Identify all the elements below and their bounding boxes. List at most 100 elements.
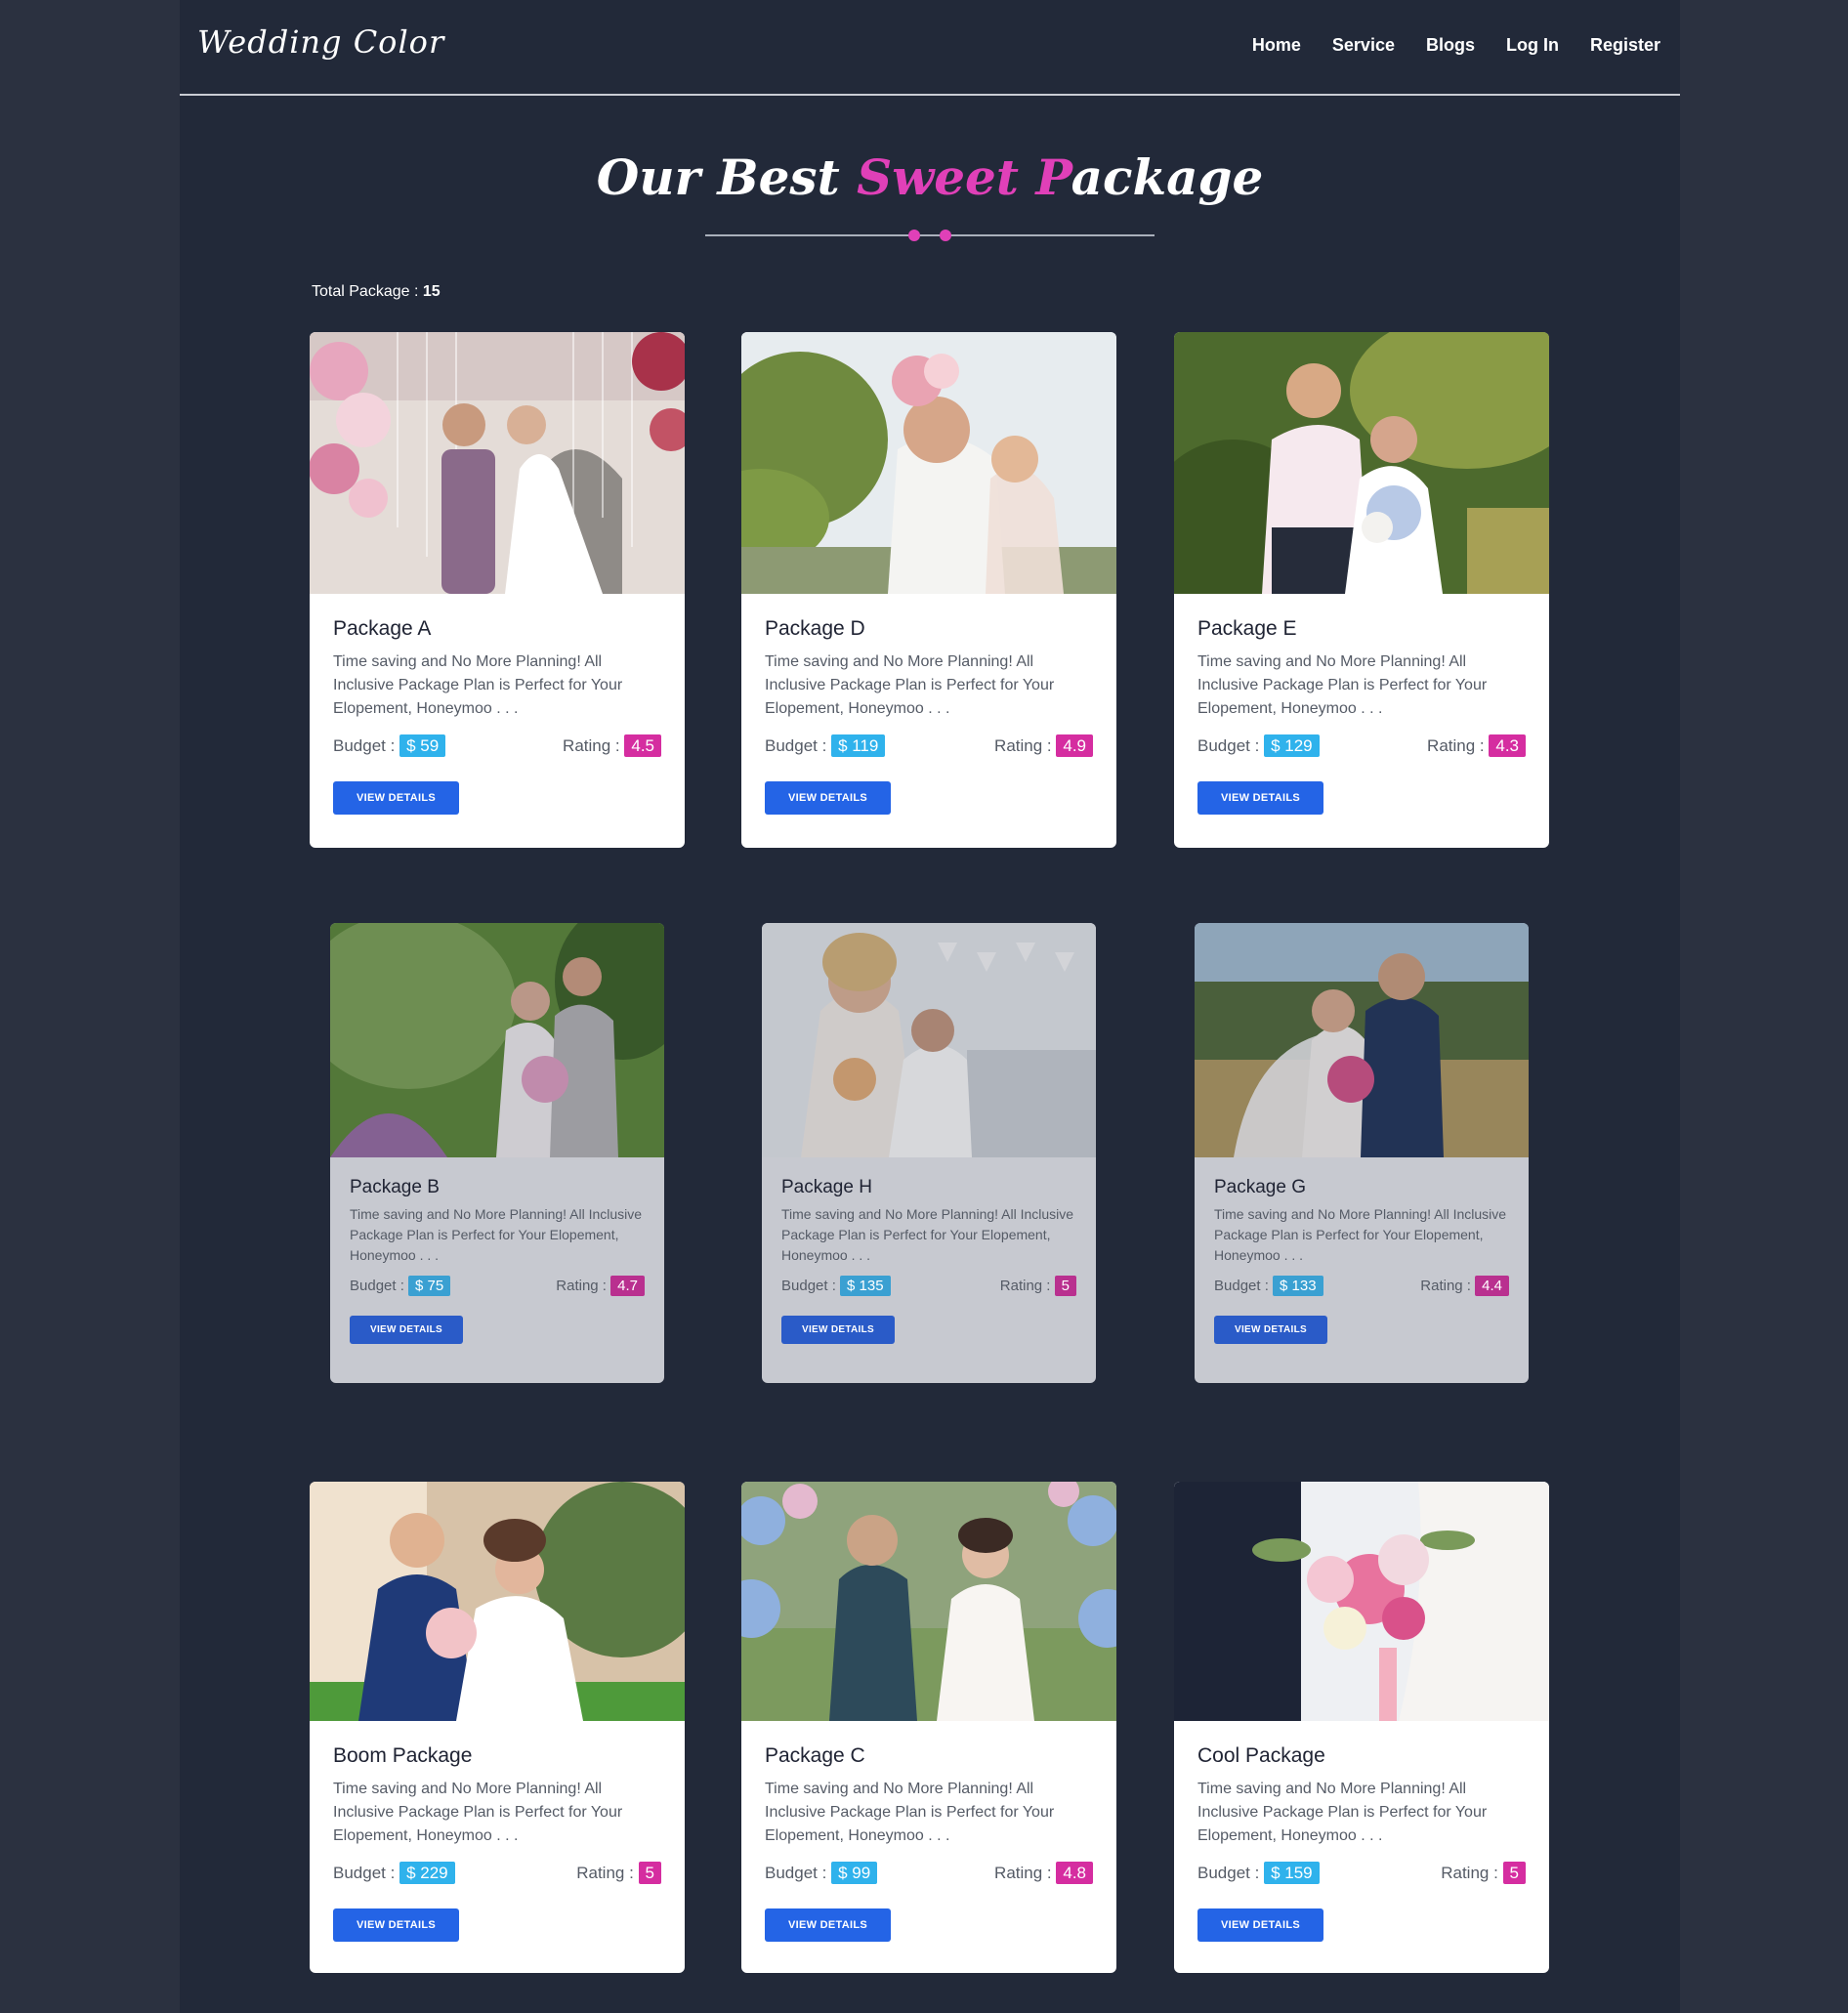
package-body: Package B Time saving and No More Planni… <box>330 1157 664 1344</box>
rating-field: Rating : 4.4 <box>1420 1276 1509 1296</box>
package-photo <box>1195 923 1529 1157</box>
package-card: Boom Package Time saving and No More Pla… <box>310 1482 685 1973</box>
rating-label: Rating : <box>556 1278 611 1294</box>
package-card: Cool Package Time saving and No More Pla… <box>1174 1482 1549 1973</box>
page-container: Wedding Color Home Service Blogs Log In … <box>180 0 1680 2013</box>
nav-login[interactable]: Log In <box>1506 35 1559 56</box>
package-description: Time saving and No More Planning! All In… <box>781 1206 1074 1263</box>
package-photo <box>310 1482 685 1721</box>
view-details-button[interactable]: VIEW DETAILS <box>1214 1316 1327 1344</box>
view-details-button[interactable]: VIEW DETAILS <box>1197 1908 1324 1942</box>
rating-label: Rating : <box>994 736 1057 755</box>
budget-badge: $ 119 <box>831 734 886 757</box>
budget-label: Budget : <box>781 1278 841 1294</box>
rating-field: Rating : 5 <box>1441 1862 1526 1884</box>
rating-field: Rating : 4.3 <box>1427 734 1526 757</box>
rating-label: Rating : <box>1427 736 1490 755</box>
view-details-button[interactable]: VIEW DETAILS <box>1197 781 1324 815</box>
budget-label: Budget : <box>350 1278 409 1294</box>
package-title: Boom Package <box>333 1744 473 1767</box>
package-description: Time saving and No More Planning! All In… <box>333 653 623 717</box>
view-details-button[interactable]: VIEW DETAILS <box>333 1908 460 1942</box>
title-part-1: Our Best <box>596 148 858 206</box>
budget-badge: $ 133 <box>1273 1276 1323 1296</box>
budget-badge: $ 129 <box>1264 734 1320 757</box>
total-value: 15 <box>422 283 441 300</box>
package-body: Package C Time saving and No More Planni… <box>741 1721 1116 1942</box>
package-body: Cool Package Time saving and No More Pla… <box>1174 1721 1549 1942</box>
package-meta: Budget : $ 75 Rating : 4.7 <box>350 1276 645 1296</box>
rating-badge: 4.8 <box>1056 1862 1093 1884</box>
view-details-button[interactable]: VIEW DETAILS <box>350 1316 463 1344</box>
package-card: Package D Time saving and No More Planni… <box>741 332 1116 848</box>
budget-field: Budget : $ 229 <box>333 1862 455 1884</box>
budget-badge: $ 229 <box>399 1862 455 1884</box>
rating-field: Rating : 5 <box>576 1862 661 1884</box>
rating-label: Rating : <box>994 1864 1057 1882</box>
package-photo <box>762 923 1096 1157</box>
total-label: Total Package : <box>312 283 423 300</box>
package-photo <box>1174 1482 1549 1721</box>
budget-label: Budget : <box>1214 1278 1274 1294</box>
package-photo <box>741 1482 1116 1721</box>
brand-logo[interactable]: Wedding Color <box>197 23 444 61</box>
package-meta: Budget : $ 229 Rating : 5 <box>333 1862 661 1884</box>
budget-label: Budget : <box>765 736 832 755</box>
budget-badge: $ 75 <box>408 1276 451 1296</box>
rating-label: Rating : <box>999 1278 1055 1294</box>
view-details-button[interactable]: VIEW DETAILS <box>765 1908 892 1942</box>
package-photo <box>330 923 664 1157</box>
divider-dot-right <box>940 230 951 241</box>
package-body: Package E Time saving and No More Planni… <box>1174 594 1549 815</box>
budget-badge: $ 159 <box>1264 1862 1320 1884</box>
rating-field: Rating : 4.8 <box>994 1862 1093 1884</box>
package-meta: Budget : $ 99 Rating : 4.8 <box>765 1862 1093 1884</box>
rating-badge: 5 <box>1054 1276 1076 1296</box>
rating-badge: 5 <box>1502 1862 1526 1884</box>
package-body: Package D Time saving and No More Planni… <box>741 594 1116 815</box>
package-meta: Budget : $ 135 Rating : 5 <box>781 1276 1076 1296</box>
package-description: Time saving and No More Planning! All In… <box>765 1781 1055 1844</box>
budget-label: Budget : <box>765 1864 832 1882</box>
budget-label: Budget : <box>333 1864 400 1882</box>
view-details-button[interactable]: VIEW DETAILS <box>765 781 892 815</box>
rating-label: Rating : <box>1420 1278 1476 1294</box>
package-title: Package C <box>765 1744 865 1767</box>
rating-field: Rating : 5 <box>999 1276 1076 1296</box>
package-title: Package G <box>1214 1177 1306 1197</box>
package-card: Package A Time saving and No More Planni… <box>310 332 685 848</box>
title-part-2: ackage <box>1071 148 1264 206</box>
budget-badge: $ 59 <box>399 734 446 757</box>
budget-label: Budget : <box>1197 736 1265 755</box>
rating-badge: 4.5 <box>624 734 661 757</box>
package-card: Package E Time saving and No More Planni… <box>1174 332 1549 848</box>
rating-badge: 5 <box>638 1862 661 1884</box>
rating-badge: 4.4 <box>1475 1276 1509 1296</box>
package-photo <box>741 332 1116 594</box>
nav-service[interactable]: Service <box>1332 35 1395 56</box>
package-meta: Budget : $ 133 Rating : 4.4 <box>1214 1276 1509 1296</box>
budget-field: Budget : $ 59 <box>333 734 446 757</box>
budget-field: Budget : $ 99 <box>765 1862 878 1884</box>
nav-blogs[interactable]: Blogs <box>1426 35 1475 56</box>
package-description: Time saving and No More Planning! All In… <box>1197 653 1488 717</box>
package-meta: Budget : $ 119 Rating : 4.9 <box>765 734 1093 757</box>
package-meta: Budget : $ 159 Rating : 5 <box>1197 1862 1526 1884</box>
package-description: Time saving and No More Planning! All In… <box>1197 1781 1488 1844</box>
package-description: Time saving and No More Planning! All In… <box>1214 1206 1507 1263</box>
package-card: Package B Time saving and No More Planni… <box>330 923 664 1383</box>
package-body: Boom Package Time saving and No More Pla… <box>310 1721 685 1942</box>
rating-field: Rating : 4.9 <box>994 734 1093 757</box>
package-meta: Budget : $ 59 Rating : 4.5 <box>333 734 661 757</box>
rating-badge: 4.7 <box>610 1276 645 1296</box>
package-card: Package H Time saving and No More Planni… <box>762 923 1096 1383</box>
package-body: Package H Time saving and No More Planni… <box>762 1157 1096 1344</box>
package-body: Package A Time saving and No More Planni… <box>310 594 685 815</box>
view-details-button[interactable]: VIEW DETAILS <box>333 781 460 815</box>
nav-register[interactable]: Register <box>1590 35 1660 56</box>
package-body: Package G Time saving and No More Planni… <box>1195 1157 1529 1344</box>
rating-label: Rating : <box>563 736 625 755</box>
package-title: Package B <box>350 1177 440 1197</box>
view-details-button[interactable]: VIEW DETAILS <box>781 1316 895 1344</box>
nav-home[interactable]: Home <box>1252 35 1301 56</box>
